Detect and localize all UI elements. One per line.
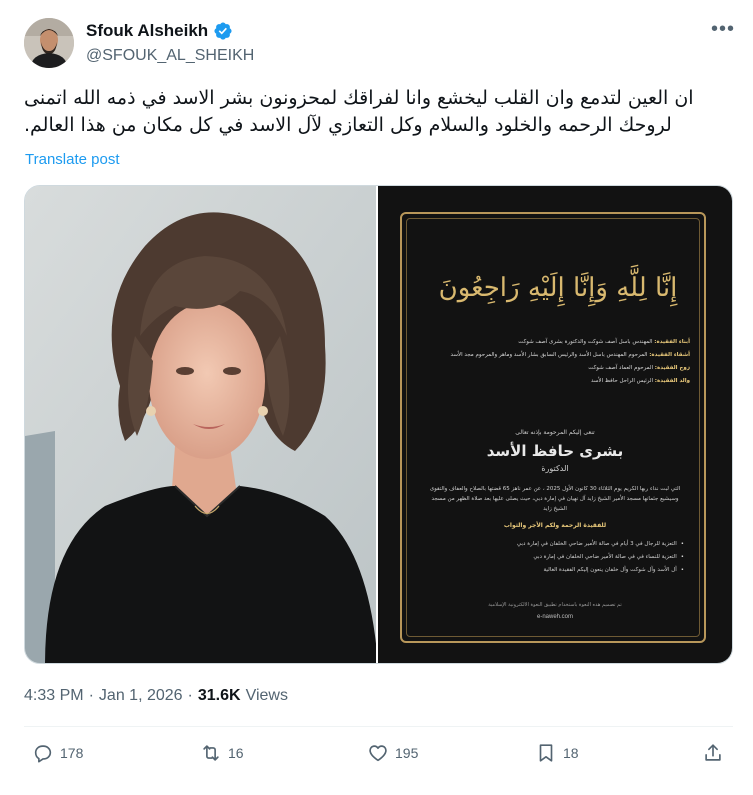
portrait-photo[interactable] — [25, 186, 377, 663]
post-date[interactable]: Jan 1, 2026 — [99, 687, 183, 705]
like-button[interactable]: 195 — [367, 742, 418, 764]
deceased-name: بشرى حافظ الأسد — [486, 442, 624, 460]
bookmark-icon — [539, 744, 553, 762]
post-meta: 4:33 PM · Jan 1, 2026 · 31.6K Views — [24, 687, 288, 705]
condolence-item: آل الأسد وآل شوكت وآل خلفان ينعون إليكم … — [414, 564, 684, 577]
condolence-item: التعزية للنساء في في صالة الأمير ضاحي ال… — [414, 551, 684, 564]
share-button[interactable] — [702, 742, 724, 764]
repost-count: 16 — [228, 745, 244, 761]
like-icon — [369, 745, 387, 762]
repost-button[interactable]: 16 — [200, 742, 244, 764]
deceased-title: الدكتورة — [541, 464, 569, 473]
calligraphy-image: إِنَّا لِلَّهِ وَإِنَّا إِلَيْهِ رَاجِعُ… — [439, 263, 678, 307]
card-prayer: للفقيدة الرحمة ولكم الأجر والثواب — [503, 522, 607, 529]
family-line: أشقاء الفقيدة: المرحوم المهندس باسل الأس… — [450, 352, 690, 358]
share-icon — [705, 744, 721, 761]
avatar[interactable] — [24, 18, 74, 68]
family-lines: أبناء الفقيدة: المهندس باسل آصف شوكت وال… — [420, 336, 690, 388]
calligraphy-text: إِنَّا لِلَّهِ وَإِنَّا إِلَيْهِ رَاجِعُ… — [439, 263, 678, 307]
post-time[interactable]: 4:33 PM — [24, 687, 84, 705]
family-line: والد الفقيدة: الرئيس الراحل حافظ الأسد — [590, 378, 690, 384]
obituary-card[interactable]: إِنَّا لِلَّهِ وَإِنَّا إِلَيْهِ رَاجِعُ… — [378, 186, 732, 663]
divider — [24, 726, 733, 727]
post-text: ان العين لتدمع وان القلب ليخشع وانا لفرا… — [24, 87, 694, 136]
condolence-list: التعزية للرجال في 3 أيام في صالة الأمير … — [414, 538, 684, 577]
user-handle[interactable]: @SFOUK_AL_SHEIKH — [86, 47, 254, 65]
translate-post-link[interactable]: Translate post — [25, 151, 120, 168]
bookmark-button[interactable]: 18 — [535, 742, 579, 764]
card-body: التي لبت نداء ربها الكريم يوم الثلاثاء 3… — [429, 486, 681, 512]
bookmark-count: 18 — [563, 745, 579, 761]
card-footer: تم تصميم هذه النعوة باستخدام تطبيق النعو… — [488, 602, 622, 608]
meta-separator: · — [88, 687, 94, 704]
name-row: Sfouk Alsheikh — [86, 21, 233, 41]
post-header: Sfouk Alsheikh @SFOUK_AL_SHEIKH ••• — [24, 18, 734, 70]
reply-icon — [34, 745, 52, 763]
display-name[interactable]: Sfouk Alsheikh — [86, 21, 208, 41]
like-count: 195 — [395, 745, 419, 761]
condolence-item: التعزية للرجال في 3 أيام في صالة الأمير … — [414, 538, 684, 551]
meta-separator: · — [187, 687, 193, 704]
more-options-icon[interactable]: ••• — [711, 19, 734, 42]
reply-button[interactable]: 178 — [32, 742, 83, 764]
repost-icon — [203, 745, 219, 761]
views-count[interactable]: 31.6K — [198, 687, 241, 705]
media-grid: إِنَّا لِلَّهِ وَإِنَّا إِلَيْهِ رَاجِعُ… — [24, 185, 733, 664]
card-intro: تنعى إليكم المرحومة بإذنه تعالى — [515, 429, 595, 436]
card-url: e-naweh.com — [536, 614, 574, 620]
family-line: أبناء الفقيدة: المهندس باسل آصف شوكت وال… — [518, 339, 690, 345]
verified-badge-icon — [213, 21, 233, 41]
family-line: زوج الفقيدة: المرحوم العماد آصف شوكت — [588, 365, 690, 371]
views-label: Views — [245, 687, 288, 704]
action-bar: 178 16 195 18 — [24, 742, 733, 778]
reply-count: 178 — [60, 745, 84, 761]
